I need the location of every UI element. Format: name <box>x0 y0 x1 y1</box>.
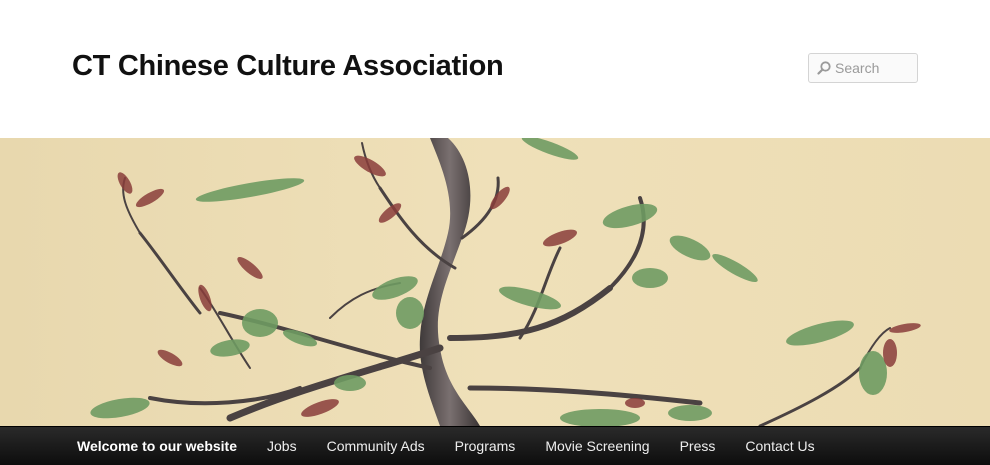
site-header: CT Chinese Culture Association <box>0 0 990 138</box>
nav-item-press[interactable]: Press <box>665 427 731 465</box>
search-icon <box>817 61 831 75</box>
page: CT Chinese Culture Association Search We… <box>0 0 990 465</box>
search-input[interactable] <box>835 57 915 79</box>
nav-menu: Welcome to our website Jobs Community Ad… <box>0 427 990 465</box>
nav-item-movie-screening[interactable]: Movie Screening <box>530 427 664 465</box>
nav-item-contact-us[interactable]: Contact Us <box>730 427 829 465</box>
hero-image <box>0 138 990 426</box>
nav-item-welcome[interactable]: Welcome to our website <box>62 427 252 465</box>
site-title[interactable]: CT Chinese Culture Association <box>72 50 504 83</box>
bonsai-tree-photo <box>0 138 990 426</box>
main-nav: Welcome to our website Jobs Community Ad… <box>0 426 990 465</box>
nav-item-programs[interactable]: Programs <box>440 427 531 465</box>
search-box[interactable] <box>808 53 918 83</box>
nav-item-jobs[interactable]: Jobs <box>252 427 312 465</box>
nav-item-community-ads[interactable]: Community Ads <box>312 427 440 465</box>
